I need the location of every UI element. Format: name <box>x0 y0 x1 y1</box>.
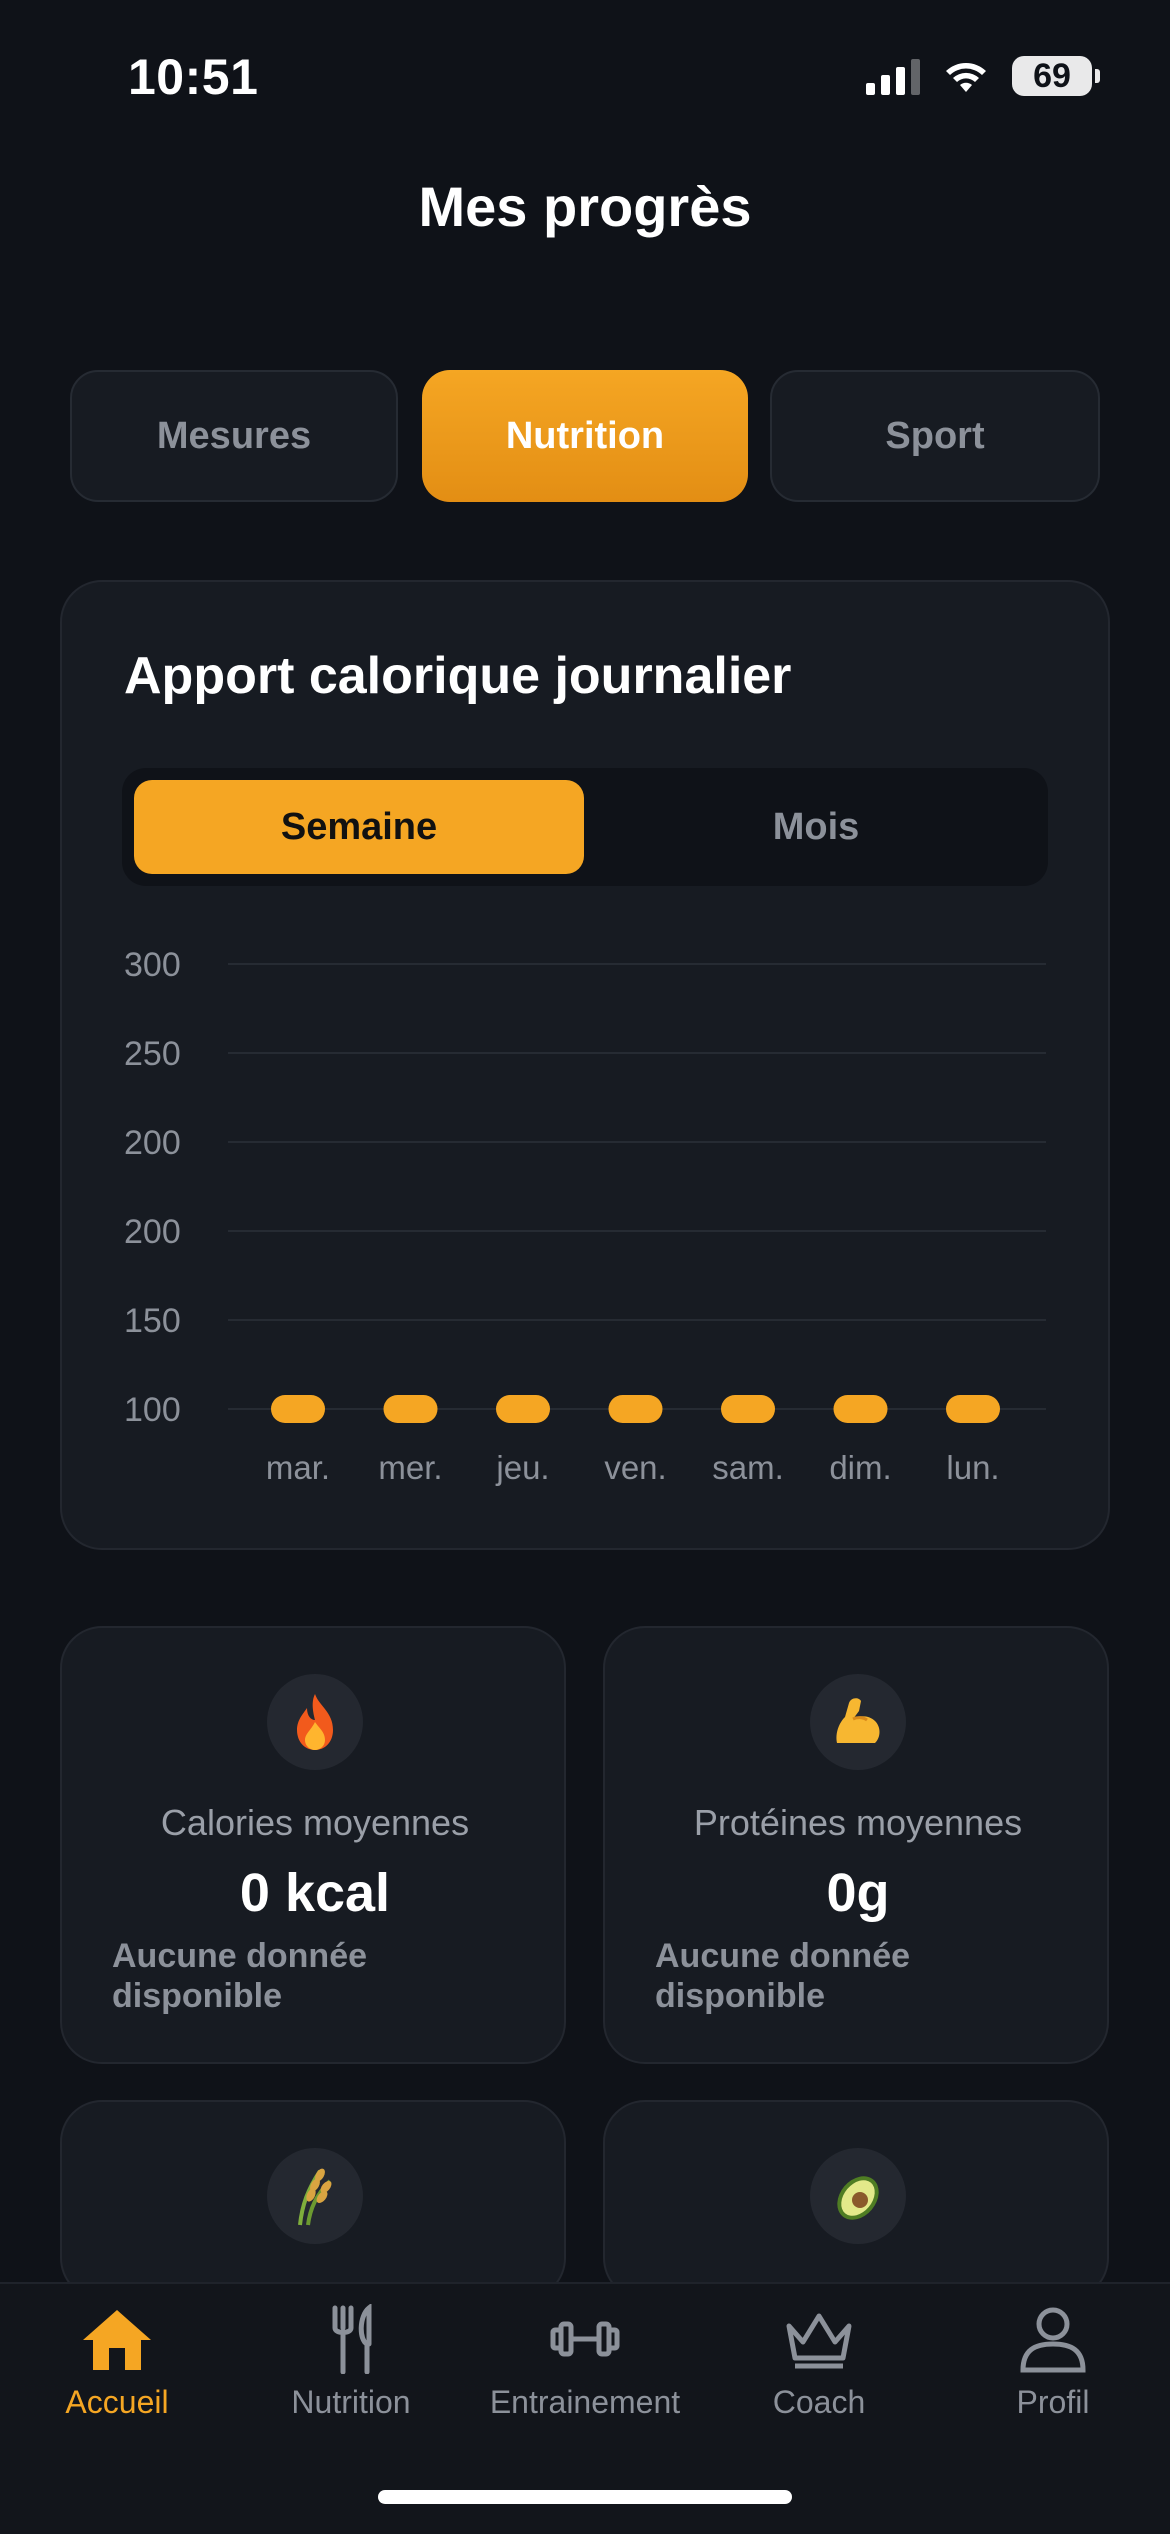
bar-lun[interactable] <box>946 1395 1000 1423</box>
status-time: 10:51 <box>128 49 259 105</box>
period-segmented-control: Semaine Mois <box>122 768 1048 886</box>
nav-nutrition[interactable]: Nutrition <box>234 2304 468 2421</box>
chart-title: Apport calorique journalier <box>124 647 792 705</box>
nav-label: Profil <box>1016 2384 1090 2420</box>
y-tick-label: 100 <box>124 1391 181 1429</box>
user-icon <box>1020 2307 1086 2373</box>
nav-entrainement[interactable]: Entrainement <box>468 2304 702 2421</box>
bar-dim[interactable] <box>833 1395 888 1423</box>
stat-label: Calories moyennes <box>160 1802 470 1843</box>
battery-icon: 69 <box>1012 56 1100 96</box>
bar-mer[interactable] <box>383 1395 438 1423</box>
stat-card-carbs <box>60 2100 566 2300</box>
wifi-icon <box>946 63 986 92</box>
chart-grid <box>228 963 1046 1410</box>
avocado-icon <box>810 2148 906 2244</box>
y-tick-label: 150 <box>124 1302 181 1340</box>
bar-mar[interactable] <box>271 1395 325 1423</box>
stat-value: 0g <box>826 1863 890 1923</box>
bar-sam[interactable] <box>721 1395 775 1423</box>
bar-jeu[interactable] <box>496 1395 550 1423</box>
fire-icon <box>267 1674 363 1770</box>
nav-profil[interactable]: Profil <box>936 2304 1170 2421</box>
stat-note: Aucune donnée disponible <box>655 1937 911 2015</box>
calorie-bar-chart: 300 250 200 200 150 100 mar. mer. jeu. ven. sam. d… <box>124 946 1046 1486</box>
tab-mesures[interactable]: Mesures <box>70 370 398 502</box>
dumbbell-icon <box>550 2321 620 2357</box>
x-tick-label: jeu. <box>495 1449 549 1486</box>
x-tick-label: mar. <box>266 1449 330 1486</box>
stat-note: Aucune donnée disponible <box>112 1937 368 2015</box>
home-indicator <box>378 2490 792 2504</box>
stat-label: Protéines moyennes <box>693 1802 1023 1843</box>
x-tick-label: mer. <box>378 1449 442 1486</box>
tab-sport[interactable]: Sport <box>770 370 1100 502</box>
nav-label: Entrainement <box>489 2384 681 2420</box>
nav-accueil[interactable]: Accueil <box>0 2304 234 2421</box>
flexed-biceps-icon <box>810 1674 906 1770</box>
home-icon <box>83 2310 151 2370</box>
nav-label: Coach <box>772 2384 866 2420</box>
x-tick-label: dim. <box>829 1449 891 1486</box>
y-tick-label: 250 <box>124 1035 181 1073</box>
y-tick-label: 300 <box>124 946 181 984</box>
x-tick-label: lun. <box>946 1449 999 1486</box>
utensils-icon <box>332 2304 372 2374</box>
page-title: Mes progrès <box>418 175 752 238</box>
segment-month[interactable]: Mois <box>596 780 1036 874</box>
y-tick-label: 200 <box>124 1124 181 1162</box>
x-axis-ticks: mar. mer. jeu. ven. sam. dim. lun. <box>266 1449 1000 1486</box>
nav-label: Accueil <box>65 2384 169 2420</box>
y-axis-ticks: 300 250 200 200 150 100 <box>124 946 181 1429</box>
stat-card-proteins: Protéines moyennes 0g Aucune donnée disp… <box>603 1626 1109 2064</box>
x-tick-label: sam. <box>712 1449 784 1486</box>
tab-nutrition[interactable]: Nutrition <box>422 370 748 502</box>
bar-ven[interactable] <box>608 1395 663 1423</box>
crown-icon <box>786 2313 852 2369</box>
nav-label: Nutrition <box>291 2384 411 2420</box>
cellular-signal-icon <box>866 57 920 95</box>
stat-card-calories: Calories moyennes 0 kcal Aucune donnée d… <box>60 1626 566 2064</box>
stat-card-fats <box>603 2100 1109 2300</box>
y-tick-label: 200 <box>124 1213 181 1251</box>
rice-icon <box>267 2148 363 2244</box>
status-icons: 69 <box>866 56 1100 96</box>
segment-week[interactable]: Semaine <box>134 780 584 874</box>
x-tick-label: ven. <box>604 1449 666 1486</box>
stat-value: 0 kcal <box>239 1863 391 1923</box>
nav-coach[interactable]: Coach <box>702 2304 936 2421</box>
